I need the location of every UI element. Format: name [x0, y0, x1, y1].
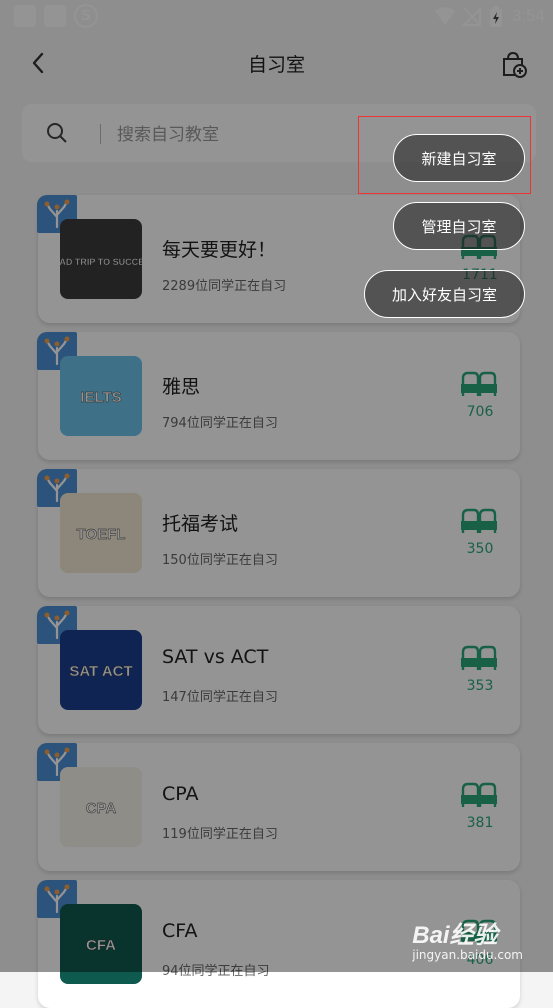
new-room-button[interactable]: 新建自习室: [393, 134, 525, 182]
join-friend-room-button[interactable]: 加入好友自习室: [364, 270, 525, 318]
baidu-watermark: Bai经验 jingyan.baidu.com: [412, 915, 523, 962]
watermark-main: Bai经验: [412, 922, 498, 949]
manage-room-button[interactable]: 管理自习室: [393, 202, 525, 250]
watermark-url: jingyan.baidu.com: [412, 948, 523, 962]
